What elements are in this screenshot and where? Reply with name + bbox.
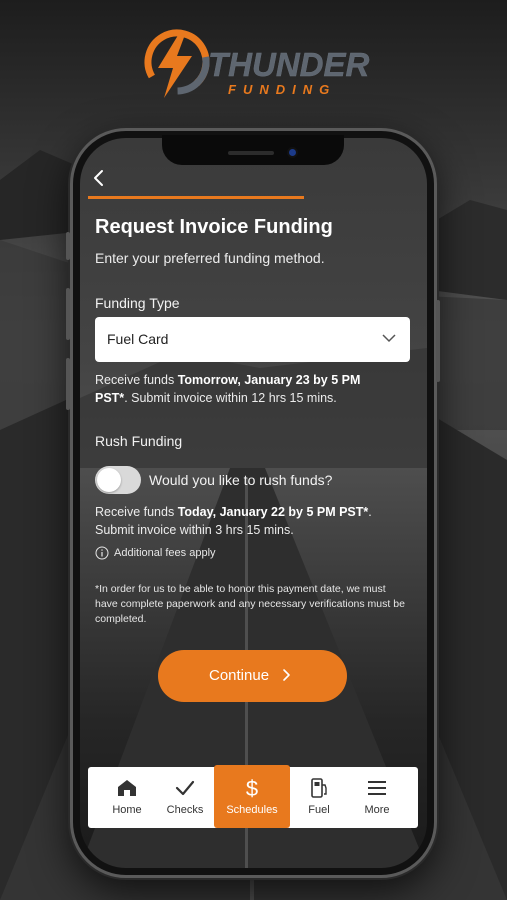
- nav-label-fuel: Fuel: [308, 804, 330, 816]
- rush-funding-info: Receive funds Today, January 22 by 5 PM …: [95, 503, 395, 539]
- logo-title: THUNDER: [208, 46, 370, 83]
- nav-item-checks[interactable]: Checks: [155, 767, 215, 828]
- chevron-down-icon: [382, 334, 396, 343]
- nav-item-more[interactable]: More: [347, 767, 407, 828]
- thunder-funding-logo: THUNDER FUNDING: [140, 26, 370, 102]
- standard-funding-info: Receive funds Tomorrow, January 23 by 5 …: [95, 371, 395, 407]
- phone-notch: [162, 135, 344, 165]
- funding-type-label: Funding Type: [95, 295, 180, 311]
- svg-text:$: $: [246, 777, 258, 799]
- lightning-bolt-icon: [144, 29, 210, 98]
- rush-funds-toggle[interactable]: [95, 466, 141, 494]
- phone-camera: [289, 149, 296, 156]
- chevron-left-icon: [94, 170, 103, 186]
- nav-label-more: More: [364, 804, 390, 816]
- nav-label-home: Home: [112, 804, 142, 816]
- nav-item-home[interactable]: Home: [97, 767, 157, 828]
- chevron-right-icon: [283, 669, 290, 681]
- logo-subtitle: FUNDING: [228, 82, 337, 97]
- rush-funding-label: Rush Funding: [95, 433, 183, 449]
- rush-funds-toggle-label: Would you like to rush funds?: [149, 472, 333, 488]
- info-icon: [95, 546, 109, 560]
- standard-info-prefix: Receive funds: [95, 373, 178, 387]
- continue-label: Continue: [209, 667, 270, 684]
- nav-item-fuel[interactable]: Fuel: [289, 767, 349, 828]
- toggle-knob: [97, 468, 121, 492]
- home-icon: [118, 780, 136, 796]
- progress-bar: [88, 196, 304, 199]
- dollar-icon: $: [246, 777, 258, 799]
- page-title: Request Invoice Funding: [95, 216, 333, 238]
- disclaimer-note: *In order for us to be able to honor thi…: [95, 583, 405, 625]
- nav-label-checks: Checks: [166, 804, 204, 816]
- funding-type-value: Fuel Card: [107, 331, 169, 347]
- page-subtitle: Enter your preferred funding method.: [95, 250, 325, 266]
- fuel-pump-icon: [311, 778, 327, 798]
- standard-info-suffix: . Submit invoice within 12 hrs 15 mins.: [124, 391, 337, 405]
- phone-side-button-volume-down: [66, 358, 70, 410]
- additional-fees-text: Additional fees apply: [114, 547, 216, 559]
- nav-item-schedules[interactable]: $ Schedules: [214, 765, 290, 828]
- funding-type-select[interactable]: Fuel Card: [95, 317, 410, 362]
- phone-side-button-power: [436, 300, 440, 382]
- menu-icon: [368, 781, 386, 795]
- bottom-nav: Home Checks $ Schedules Fuel More: [88, 765, 418, 828]
- nav-label-schedules: Schedules: [226, 804, 278, 816]
- phone-side-button-silent: [66, 232, 70, 260]
- rush-info-prefix: Receive funds: [95, 505, 178, 519]
- checkmark-icon: [175, 780, 195, 796]
- phone-speaker: [228, 151, 274, 155]
- back-button[interactable]: [90, 167, 110, 189]
- continue-button[interactable]: Continue: [158, 650, 347, 702]
- rush-info-date: Today, January 22 by 5 PM PST*: [177, 505, 369, 519]
- phone-side-button-volume-up: [66, 288, 70, 340]
